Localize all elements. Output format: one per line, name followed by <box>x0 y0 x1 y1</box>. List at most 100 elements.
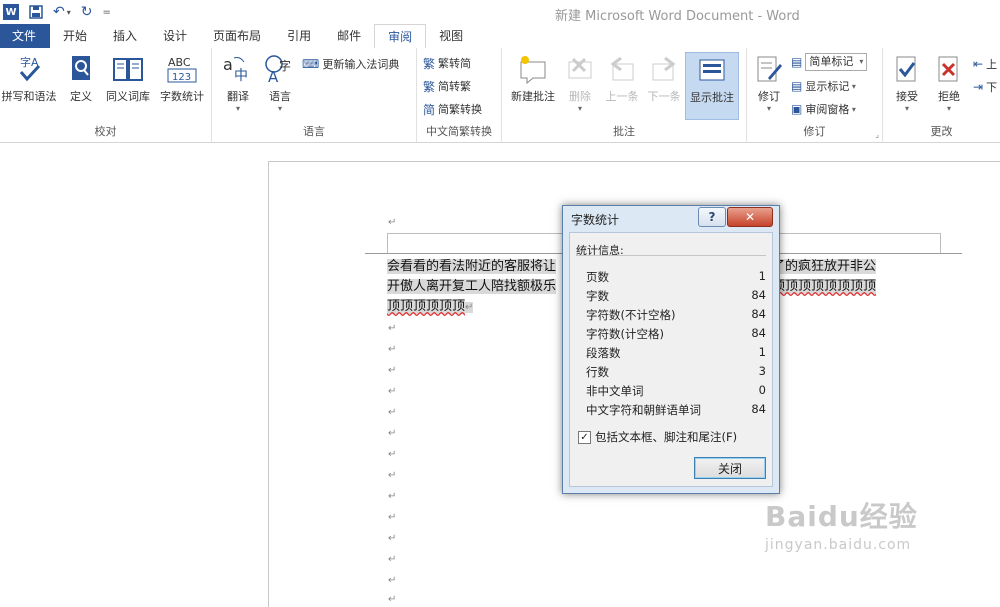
trad-to-simp-icon: 繁 <box>423 56 436 71</box>
define-icon <box>68 54 94 84</box>
group-label-proofing: 校对 <box>94 125 117 138</box>
paragraph-mark: ↵ <box>388 386 397 397</box>
watermark-sub: jingyan.baidu.com <box>765 537 912 553</box>
chevron-down-icon: ▾ <box>859 57 864 66</box>
paragraph-mark: ↵ <box>388 407 397 418</box>
simplified-to-traditional-button[interactable]: 繁 简转繁 <box>423 76 471 96</box>
tab-insert[interactable]: 插入 <box>100 24 150 48</box>
stat-row-chars-with-spaces: 字符数(计空格) 84 <box>586 326 766 341</box>
stat-row-words: 字数 84 <box>586 288 766 303</box>
show-comments-button[interactable]: 显示批注 <box>685 52 739 120</box>
language-button[interactable]: A字 语言 ▾ <box>260 54 300 113</box>
undo-icon[interactable]: ↶ ▾ <box>53 2 71 22</box>
baidu-watermark: Baidu经验 jingyan.baidu.com <box>765 495 918 553</box>
paragraph-mark: ↵ <box>388 533 397 544</box>
paragraph-mark: ↵ <box>388 323 397 334</box>
ribbon-tabs: 文件 开始 插入 设计 页面布局 引用 邮件 审阅 视图 <box>0 24 1000 49</box>
paragraph-mark: ↵ <box>388 428 397 439</box>
group-label-changes: 更改 <box>930 125 953 138</box>
tab-page-layout[interactable]: 页面布局 <box>200 24 274 48</box>
quick-access-toolbar: W ↶ ▾ ↻ = <box>0 0 111 24</box>
next-change-button[interactable]: ⇥ 下 <box>973 77 997 97</box>
group-changes: 接受 ▾ 拒绝 ▾ ⇤ 上 ⇥ 下 更改 <box>883 48 1000 142</box>
delete-comment-icon <box>565 54 595 84</box>
thesaurus-button[interactable]: 同义词库 <box>102 54 154 104</box>
paragraph-mark: ↵ <box>388 575 397 586</box>
paragraph-mark: ↵ <box>388 594 397 605</box>
group-language: a中 翻译 ▾ A字 语言 ▾ ⌨ 更新输入法词典 语言 <box>212 48 417 142</box>
chinese-conversion-button[interactable]: 简 简繁转换 <box>423 99 482 119</box>
spelling-grammar-button[interactable]: 字A 拼写和语法 <box>0 54 58 104</box>
word-count-icon: ABC 123 <box>165 54 199 84</box>
stat-row-chars-no-spaces: 字符数(不计空格) 84 <box>586 307 766 322</box>
close-button[interactable]: 关闭 <box>694 457 766 479</box>
translate-button[interactable]: a中 翻译 ▾ <box>218 54 258 113</box>
accept-button[interactable]: 接受 ▾ <box>889 54 925 113</box>
document-text-line-3[interactable]: 顶顶顶顶顶顶↵ <box>387 297 474 317</box>
define-button[interactable]: 定义 <box>64 54 98 104</box>
svg-text:123: 123 <box>172 72 191 83</box>
save-icon[interactable] <box>29 2 43 22</box>
word-logo-icon: W <box>3 4 19 20</box>
help-button[interactable]: ? <box>698 207 726 227</box>
ribbon: 字A 拼写和语法 定义 同义词库 ABC 123 字数统计 校对 a 中 翻译 … <box>0 48 1000 143</box>
review-pane-button[interactable]: ▣ 审阅窗格 ▾ <box>791 99 856 119</box>
previous-comment-icon <box>607 54 637 84</box>
simp-to-trad-icon: 繁 <box>423 79 436 94</box>
paragraph-mark: ↵ <box>388 344 397 355</box>
delete-comment-button[interactable]: 删除 ▾ <box>562 54 598 113</box>
traditional-to-simplified-button[interactable]: 繁 繁转简 <box>423 53 471 73</box>
spell-check-icon: 字A <box>14 54 44 84</box>
next-comment-icon <box>649 54 679 84</box>
accept-icon <box>892 54 922 84</box>
tab-file[interactable]: 文件 <box>0 24 50 48</box>
close-icon[interactable]: ✕ <box>727 207 773 227</box>
include-textboxes-checkbox-row[interactable]: ✓ 包括文本框、脚注和尾注(F) <box>578 429 737 445</box>
show-markup-button[interactable]: ▤ 显示标记 ▾ <box>791 76 856 96</box>
previous-change-button[interactable]: ⇤ 上 <box>973 54 997 74</box>
track-changes-icon <box>754 54 784 84</box>
paragraph-mark: ↵ <box>388 491 397 502</box>
dialog-body: 统计信息: 页数 1 字数 84 字符数(不计空格) 84 字符数(计空格) 84 段落… <box>569 232 773 487</box>
tab-mailings[interactable]: 邮件 <box>324 24 374 48</box>
new-comment-icon <box>517 54 549 84</box>
update-ime-dictionary-button[interactable]: ⌨ 更新输入法词典 <box>302 54 399 74</box>
divider <box>576 255 766 256</box>
stat-row-paragraphs: 段落数 1 <box>586 345 766 360</box>
word-count-button[interactable]: ABC 123 字数统计 <box>156 54 208 104</box>
include-textboxes-checkbox[interactable]: ✓ <box>578 430 591 444</box>
language-dropdown-icon: ▾ <box>277 104 282 113</box>
reject-button[interactable]: 拒绝 ▾ <box>931 54 967 113</box>
redo-icon[interactable]: ↻ <box>81 2 93 22</box>
tab-home[interactable]: 开始 <box>50 24 100 48</box>
next-comment-button[interactable]: 下一条 <box>644 54 684 104</box>
tab-references[interactable]: 引用 <box>274 24 324 48</box>
previous-change-icon: ⇤ <box>973 57 984 71</box>
new-comment-button[interactable]: 新建批注 <box>506 54 560 104</box>
paragraph-mark: ↵ <box>388 512 397 523</box>
dialog-launcher-icon[interactable]: ⌟ <box>875 130 879 139</box>
group-tracking: 修订 ▾ ▤ 简单标记 ▾ ▤ 显示标记 ▾ ▣ 审阅窗格 ▾ 修订 ⌟ <box>747 48 883 142</box>
stat-row-lines: 行数 3 <box>586 364 766 379</box>
tab-design[interactable]: 设计 <box>150 24 200 48</box>
tab-view[interactable]: 视图 <box>426 24 476 48</box>
title-bar: W ↶ ▾ ↻ = 新建 Microsoft Word Document - Wo… <box>0 0 1000 24</box>
svg-text:字: 字 <box>279 58 291 73</box>
group-label-language: 语言 <box>303 125 325 138</box>
show-markup-icon: ▤ <box>791 79 803 93</box>
window-title: 新建 Microsoft Word Document - Word <box>555 9 800 24</box>
group-label-comments: 批注 <box>613 125 635 138</box>
markup-mode-icon: ▤ <box>791 55 803 69</box>
group-proofing: 字A 拼写和语法 定义 同义词库 ABC 123 字数统计 校对 <box>0 48 212 142</box>
show-comments-icon <box>697 55 727 85</box>
paragraph-mark: ↵ <box>388 365 397 376</box>
track-changes-button[interactable]: 修订 ▾ <box>751 54 787 113</box>
customize-qat-icon[interactable]: = <box>102 2 110 22</box>
translate-icon: a中 <box>222 54 254 84</box>
svg-text:ABC: ABC <box>168 56 191 69</box>
thesaurus-book-icon <box>112 54 144 84</box>
paragraph-mark: ↵ <box>388 217 397 228</box>
markup-mode-dropdown[interactable]: ▤ 简单标记 ▾ <box>791 52 868 72</box>
previous-comment-button[interactable]: 上一条 <box>602 54 642 104</box>
tab-review[interactable]: 审阅 <box>374 24 427 49</box>
